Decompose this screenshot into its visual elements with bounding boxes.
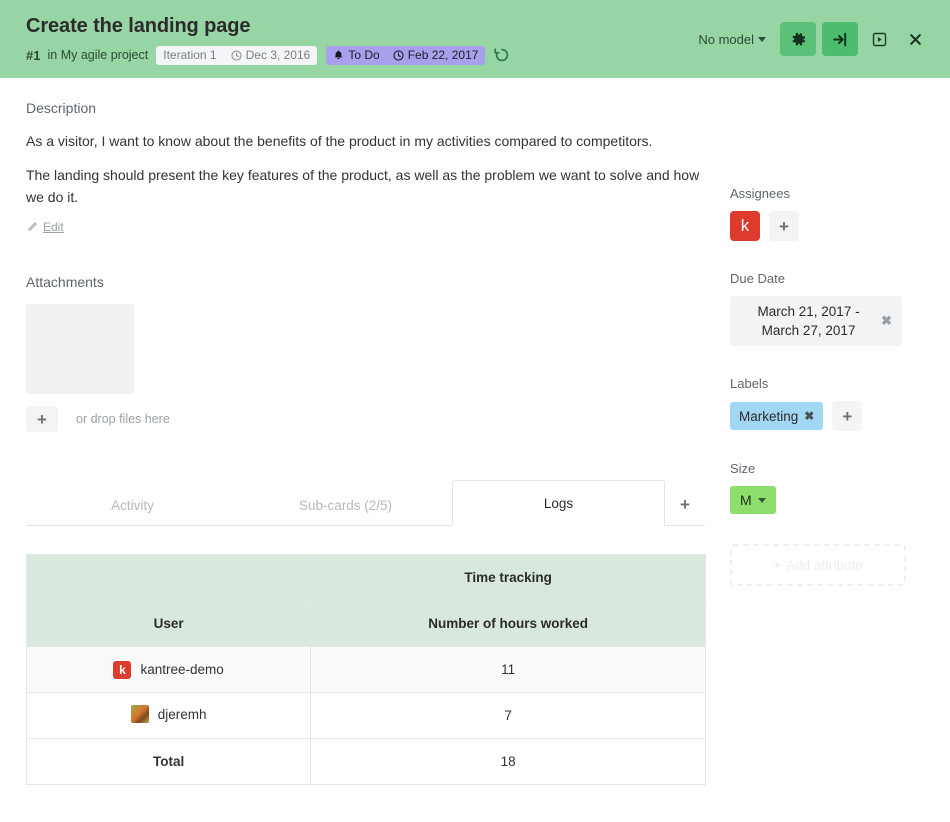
tab-sub-cards[interactable]: Sub-cards (2/5): [239, 486, 452, 526]
fullscreen-button[interactable]: [864, 22, 894, 56]
add-attribute-button[interactable]: + Add attribute: [730, 544, 906, 586]
chevron-down-icon: [758, 36, 766, 42]
edit-description-label: Edit: [43, 220, 64, 234]
attachments-heading: Attachments: [26, 274, 104, 290]
attachment-dropzone[interactable]: + or drop files here: [26, 406, 704, 432]
gear-icon: [790, 31, 807, 48]
play-box-icon: [872, 32, 887, 47]
column-header-user: User: [25, 600, 312, 647]
plus-icon: +: [37, 409, 47, 429]
avatar: k: [113, 660, 132, 679]
add-attribute-label: Add attribute: [786, 557, 863, 573]
table-group-header: Time tracking: [310, 554, 706, 601]
remove-due-date-button[interactable]: ✖: [877, 313, 896, 329]
size-value: M: [740, 492, 752, 508]
remove-label-button[interactable]: ✖: [804, 409, 814, 423]
model-select-label: No model: [698, 31, 754, 47]
project-name: My agile project: [60, 48, 149, 62]
user-name: kantree-demo: [140, 662, 224, 677]
plus-icon: +: [779, 216, 789, 236]
table-row: k kantree-demo 11: [25, 646, 706, 693]
table-total-row: Total 18: [25, 738, 706, 785]
project-breadcrumb: in My agile project: [47, 48, 148, 62]
size-select[interactable]: M: [730, 486, 776, 514]
avatar: [130, 705, 149, 723]
card-header: Create the landing page #1 in My agile p…: [0, 0, 950, 78]
due-date-value: March 21, 2017 - March 27, 2017: [757, 304, 860, 338]
chevron-down-icon: [757, 497, 766, 503]
model-select[interactable]: No model: [698, 32, 766, 47]
bell-icon: [333, 49, 344, 61]
due-date-label: Due Date: [730, 271, 785, 286]
due-date-section: Due Date March 21, 2017 - March 27, 2017…: [730, 271, 950, 346]
label-chip-marketing[interactable]: Marketing ✖: [730, 402, 824, 430]
iteration-chip[interactable]: Iteration 1 Dec 3, 2016: [156, 45, 318, 65]
user-name: djeremh: [157, 706, 207, 722]
status-date: Feb 22, 2017: [407, 48, 479, 62]
table-blank-header: [25, 554, 312, 601]
description-paragraph: The landing should present the key featu…: [26, 167, 700, 205]
assignees-section: Assignees k +: [730, 186, 950, 241]
attachments-section: Attachments + or drop files here: [26, 274, 704, 432]
labels-label: Labels: [730, 376, 769, 391]
settings-button[interactable]: [780, 22, 816, 56]
drop-files-hint: or drop files here: [76, 412, 170, 426]
label-chip-text: Marketing: [739, 408, 799, 424]
tab-bar: Activity Sub-cards (2/5) Logs +: [26, 480, 705, 526]
table-header-row: User Number of hours worked: [25, 600, 706, 647]
plus-icon: +: [773, 557, 782, 573]
description-paragraph: As a visitor, I want to know about the b…: [26, 133, 653, 149]
close-button[interactable]: [900, 22, 930, 56]
attachment-thumbnail[interactable]: [26, 304, 134, 394]
user-cell: djeremh: [25, 692, 312, 739]
card-number: #1: [26, 47, 41, 63]
add-assignee-button[interactable]: +: [769, 211, 799, 241]
tabs-section: Activity Sub-cards (2/5) Logs + Time tra…: [25, 480, 706, 785]
description-heading: Description: [26, 100, 97, 116]
plus-icon: +: [680, 495, 690, 514]
size-section: Size M: [730, 461, 950, 514]
in-label: in: [47, 48, 58, 62]
total-value: 18: [310, 738, 706, 785]
sign-in-icon: [832, 31, 849, 48]
header-actions: No model: [698, 22, 936, 56]
plus-icon: +: [842, 406, 853, 426]
due-date-value-box[interactable]: March 21, 2017 - March 27, 2017 ✖: [730, 296, 902, 346]
main-column: Description As a visitor, I want to know…: [0, 78, 730, 785]
pencil-icon: [26, 221, 38, 233]
add-tab-button[interactable]: +: [665, 486, 705, 526]
iteration-date: Dec 3, 2016: [245, 48, 311, 62]
assignee-avatar[interactable]: k: [730, 211, 760, 241]
history-icon[interactable]: [494, 47, 510, 63]
clock-icon: [393, 49, 404, 61]
user-cell: k kantree-demo: [25, 646, 312, 693]
clock-icon: [231, 49, 242, 61]
labels-section: Labels Marketing ✖ +: [730, 376, 950, 431]
sign-in-button[interactable]: [822, 22, 858, 56]
column-header-hours: Number of hours worked: [310, 600, 706, 647]
table-group-header-row: Time tracking: [25, 554, 706, 601]
hours-cell: 11: [310, 646, 706, 693]
card-body: Description As a visitor, I want to know…: [0, 78, 950, 785]
status-badge[interactable]: To Do Feb 22, 2017: [326, 45, 486, 65]
add-label-button[interactable]: +: [832, 401, 863, 431]
add-attachment-button[interactable]: +: [26, 406, 58, 432]
sidebar: Assignees k + Due Date March 21, 2017 - …: [730, 78, 950, 785]
close-icon: [908, 32, 923, 47]
hours-cell: 7: [310, 692, 706, 739]
tab-activity[interactable]: Activity: [26, 486, 239, 526]
iteration-name: Iteration 1: [163, 48, 217, 62]
size-label: Size: [730, 461, 756, 476]
edit-description-link[interactable]: Edit: [26, 220, 64, 234]
tab-logs[interactable]: Logs: [452, 480, 665, 526]
time-tracking-table: Time tracking User Number of hours worke…: [25, 554, 706, 785]
table-row: djeremh 7: [25, 692, 706, 739]
assignees-label: Assignees: [730, 186, 790, 201]
status-label: To Do: [348, 48, 380, 62]
total-label: Total: [25, 738, 312, 785]
